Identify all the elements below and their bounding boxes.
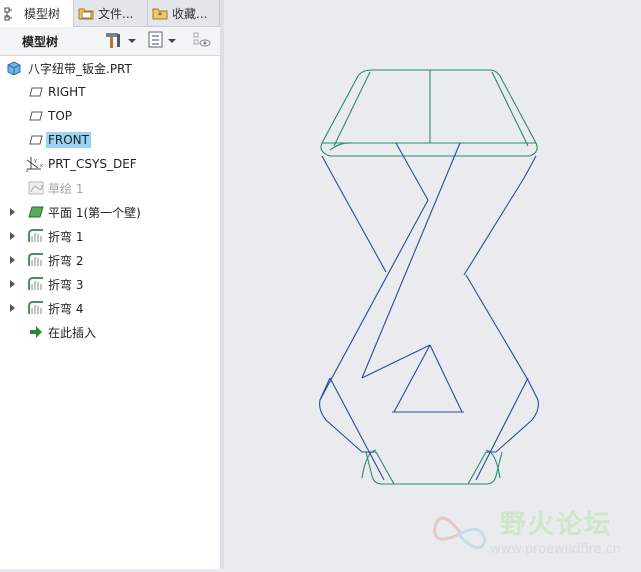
sketch-icon [28, 180, 44, 196]
tree-item-label: 八字纽带_钣金.PRT [28, 61, 132, 76]
expand-arrow-icon[interactable] [10, 304, 15, 312]
svg-text:y: y [34, 158, 37, 164]
tree-toolbar: 模型树 [0, 27, 220, 56]
datum-plane-icon [28, 108, 44, 124]
tab-files-label: 文件... [98, 6, 134, 21]
tab-model-tree[interactable]: 模型树 [0, 0, 74, 27]
show-hide-icon [192, 31, 212, 52]
bend-icon [28, 300, 44, 316]
tree-item-insert-here[interactable]: 在此插入 [0, 320, 220, 344]
svg-text:z: z [26, 168, 29, 172]
tree-item-top[interactable]: TOP [0, 104, 220, 128]
tree-item-bend-3[interactable]: 折弯 3 [0, 272, 220, 296]
tree-item-label: FRONT [46, 132, 91, 148]
part-icon [6, 60, 22, 76]
tree-item-csys[interactable]: yx z PRT_CSYS_DEF [0, 152, 220, 176]
tree-item-flat-wall[interactable]: 平面 1(第一个壁) [0, 200, 220, 224]
model-tree-panel: 模型树 文件... * 收藏... 模型树 八字纽带_钣金.PRT RIGHT … [0, 0, 221, 569]
chevron-down-icon [128, 39, 136, 43]
bend-icon [28, 228, 44, 244]
tree-filter-button[interactable] [148, 31, 176, 51]
datum-plane-icon [28, 132, 44, 148]
watermark-url: www.proewildfire.cn [490, 542, 621, 557]
expand-arrow-icon[interactable] [10, 232, 15, 240]
settings-tools-icon [104, 31, 124, 52]
chevron-down-icon [168, 39, 176, 43]
tab-model-tree-label: 模型树 [24, 7, 61, 21]
insert-here-arrow-icon [28, 324, 44, 340]
svg-text:*: * [158, 11, 162, 20]
graphics-window[interactable] [224, 0, 641, 569]
tree-filter-icon [148, 31, 164, 52]
coordinate-system-icon: yx z [26, 156, 43, 174]
expand-arrow-icon[interactable] [10, 208, 15, 216]
tree-item-bend-4[interactable]: 折弯 4 [0, 296, 220, 320]
butterfly-logo-icon [433, 516, 487, 549]
tab-files[interactable]: 文件... [74, 0, 148, 26]
svg-text:x: x [40, 163, 43, 169]
tree-item-label: 折弯 2 [48, 253, 84, 268]
tree-item-label: 平面 1(第一个壁) [48, 205, 141, 220]
tree-item-label: 折弯 4 [48, 301, 84, 316]
tree-item-label: 折弯 3 [48, 277, 84, 292]
tree-item-label: 草绘 1 [48, 181, 84, 196]
tree-item-part[interactable]: 八字纽带_钣金.PRT [0, 56, 220, 80]
panel-tab-bar: 模型树 文件... * 收藏... [0, 0, 220, 27]
show-hide-button[interactable] [192, 31, 212, 51]
flat-wall-icon [28, 204, 44, 220]
tree-item-label: PRT_CSYS_DEF [48, 157, 137, 171]
expand-arrow-icon[interactable] [10, 256, 15, 264]
tree-toolbar-title: 模型树 [22, 34, 59, 49]
sheetmetal-model-view [319, 69, 539, 485]
datum-plane-icon [28, 84, 44, 100]
tab-favorites-label: 收藏... [172, 6, 208, 21]
folder-icon [78, 5, 94, 21]
tree-item-right[interactable]: RIGHT [0, 80, 220, 104]
bend-icon [28, 252, 44, 268]
watermark-title: 野火论坛 [500, 510, 613, 540]
tree-item-label: 折弯 1 [48, 229, 84, 244]
model-tree-icon [4, 6, 20, 22]
bend-icon [28, 276, 44, 292]
tree-item-bend-2[interactable]: 折弯 2 [0, 248, 220, 272]
watermark: 野火论坛 www.proewildfire.cn [430, 500, 635, 566]
expand-arrow-icon[interactable] [10, 280, 15, 288]
tree-item-label: RIGHT [48, 85, 86, 99]
favorites-icon: * [152, 5, 168, 21]
tab-favorites[interactable]: * 收藏... [148, 0, 220, 26]
blue-edges [319, 142, 539, 481]
tree-item-label: 在此插入 [48, 325, 97, 340]
tree-item-front[interactable]: FRONT [0, 128, 220, 152]
tree-item-bend-1[interactable]: 折弯 1 [0, 224, 220, 248]
settings-button[interactable] [104, 31, 136, 51]
tree-item-label: TOP [48, 109, 73, 123]
tree-item-sketch[interactable]: 草绘 1 [0, 176, 220, 200]
